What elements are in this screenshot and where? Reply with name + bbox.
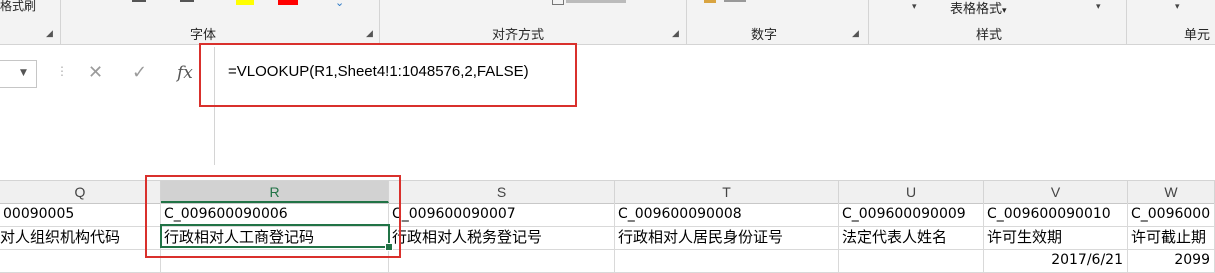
number-format-icon[interactable]	[724, 0, 746, 2]
cell-w1[interactable]: C_0096000	[1128, 203, 1215, 226]
insert-cells-dropdown-icon[interactable]: ▾	[1175, 2, 1180, 12]
cell-u2[interactable]: 法定代表人姓名	[839, 226, 984, 249]
phonetic-icon[interactable]: ⌄	[335, 0, 344, 9]
group-separator	[60, 0, 61, 44]
conditional-format-dropdown-icon[interactable]: ▾	[912, 2, 917, 12]
column-header-w[interactable]: W	[1128, 181, 1215, 203]
font-size-up-icon[interactable]	[180, 0, 194, 2]
group-separator	[1126, 0, 1127, 44]
cell-v1[interactable]: C_009600090010	[984, 203, 1128, 226]
cell-u3[interactable]	[839, 249, 984, 272]
cell-q1[interactable]: 00090005	[0, 203, 161, 226]
group-separator	[868, 0, 869, 44]
cell-s1[interactable]: C_009600090007	[389, 203, 615, 226]
cell-t2[interactable]: 行政相对人居民身份证号	[615, 226, 839, 249]
group-label-number: 数字	[751, 28, 778, 43]
cell-s3[interactable]	[389, 249, 615, 272]
font-launcher-icon[interactable]: ◢	[366, 30, 375, 39]
group-separator	[379, 0, 380, 44]
name-box-dropdown-icon[interactable]: ▼	[20, 68, 27, 78]
group-separator	[686, 0, 687, 44]
confirm-entry-icon[interactable]: ✓	[132, 60, 147, 86]
cell-styles-dropdown-icon[interactable]: ▾	[1096, 2, 1101, 12]
group-label-styles: 样式	[976, 28, 1003, 43]
alignment-launcher-icon[interactable]: ◢	[672, 30, 681, 39]
column-header-q[interactable]: Q	[0, 181, 161, 203]
cell-q3[interactable]	[0, 249, 161, 272]
cell-w3[interactable]: 2099	[1128, 249, 1215, 272]
cell-q2[interactable]: 对人组织机构代码	[0, 226, 161, 249]
cell-s2[interactable]: 行政相对人税务登记号	[389, 226, 615, 249]
cell-w2[interactable]: 许可截止期	[1128, 226, 1215, 249]
cell-t1[interactable]: C_009600090008	[615, 203, 839, 226]
formula-bar-grip-icon[interactable]: ⋮	[56, 64, 68, 78]
highlight-box-cell	[145, 175, 401, 258]
font-size-down-icon[interactable]	[132, 0, 146, 2]
clipboard-launcher-icon[interactable]: ◢	[46, 30, 55, 39]
name-box[interactable]	[0, 60, 37, 88]
format-painter-label[interactable]: 格式刷	[0, 0, 36, 14]
column-header-u[interactable]: U	[839, 181, 984, 203]
group-label-cells: 单元	[1184, 28, 1211, 43]
highlight-box-formula	[199, 43, 577, 107]
cell-t3[interactable]	[615, 249, 839, 272]
insert-function-button[interactable]: fx	[177, 60, 193, 86]
cancel-entry-icon[interactable]: ✕	[88, 60, 103, 86]
cell-v3[interactable]: 2017/6/21	[984, 249, 1128, 272]
wrap-text-icon[interactable]	[552, 0, 564, 5]
format-as-table-dropdown-icon: ▾	[1002, 6, 1007, 16]
fill-color-icon[interactable]	[236, 0, 254, 5]
ribbon: 格式刷 ◢ ⌄ 字体 ◢ 对齐方式 ◢ 数字 ◢ ▾ 表格格式▾ ▾ 样式 ▾ …	[0, 0, 1215, 45]
font-color-icon[interactable]	[278, 0, 298, 5]
group-label-alignment: 对齐方式	[492, 28, 545, 43]
merge-center-icon[interactable]	[566, 0, 626, 3]
column-header-s[interactable]: S	[389, 181, 615, 203]
currency-format-icon[interactable]	[704, 0, 716, 3]
column-header-v[interactable]: V	[984, 181, 1128, 203]
number-launcher-icon[interactable]: ◢	[852, 30, 861, 39]
cell-v2[interactable]: 许可生效期	[984, 226, 1128, 249]
group-label-font: 字体	[190, 28, 217, 43]
cell-u1[interactable]: C_009600090009	[839, 203, 984, 226]
format-as-table-label: 表格格式	[950, 2, 1003, 17]
column-header-t[interactable]: T	[615, 181, 839, 203]
format-as-table-button[interactable]: 表格格式▾	[950, 0, 1007, 17]
